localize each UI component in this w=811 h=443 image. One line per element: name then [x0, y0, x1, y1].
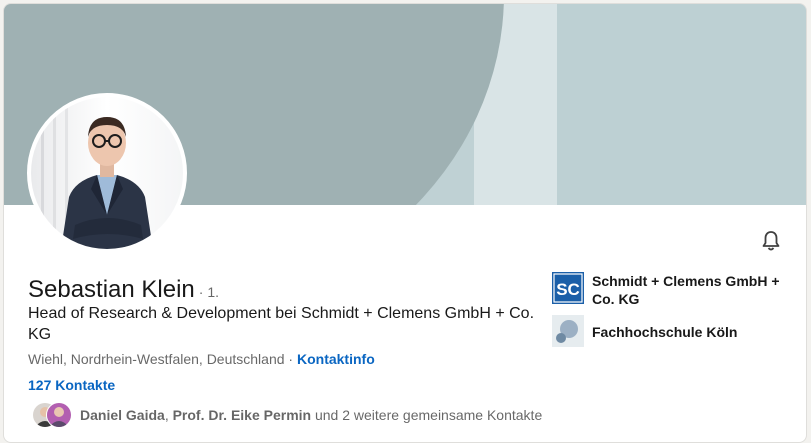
name-row: Sebastian Klein · 1. — [28, 276, 219, 304]
education-school[interactable]: Fachhochschule Köln — [552, 315, 792, 347]
mutual-separator: , — [164, 407, 173, 423]
company-logo: SC — [552, 272, 584, 304]
experience-company[interactable]: SC Schmidt + Clemens GmbH + Co. KG — [552, 272, 792, 308]
connection-degree: · 1. — [198, 284, 220, 300]
profile-name: Sebastian Klein — [28, 276, 195, 303]
mutual-connections[interactable]: Daniel Gaida, Prof. Dr. Eike Permin und … — [32, 402, 542, 428]
company-logo-text: SC — [556, 280, 580, 299]
profile-card: Sebastian Klein · 1. Head of Research & … — [3, 3, 807, 443]
avatar-photo — [31, 97, 183, 249]
mutual-avatars — [32, 402, 74, 428]
connections-link[interactable]: 127 Kontakte — [28, 377, 115, 393]
mutual-rest: und 2 weitere gemeinsame Kontakte — [311, 407, 543, 423]
location-separator: · — [284, 351, 297, 367]
banner-panel-right — [557, 4, 806, 205]
school-name: Fachhochschule Köln — [592, 324, 738, 340]
bell-icon[interactable] — [759, 229, 783, 253]
mutual-person-1[interactable]: Daniel Gaida — [80, 407, 165, 423]
location-row: Wiehl, Nordrhein-Westfalen, Deutschland … — [28, 351, 375, 367]
school-logo — [552, 315, 584, 347]
contact-info-link[interactable]: Kontaktinfo — [297, 351, 375, 367]
mutual-avatar-2 — [46, 402, 72, 428]
mutual-person-2[interactable]: Prof. Dr. Eike Permin — [173, 407, 312, 423]
profile-location: Wiehl, Nordrhein-Westfalen, Deutschland — [28, 351, 285, 367]
profile-avatar[interactable] — [27, 93, 187, 253]
company-name: Schmidt + Clemens GmbH + Co. KG — [592, 273, 780, 307]
profile-headline: Head of Research & Development bei Schmi… — [28, 305, 535, 343]
